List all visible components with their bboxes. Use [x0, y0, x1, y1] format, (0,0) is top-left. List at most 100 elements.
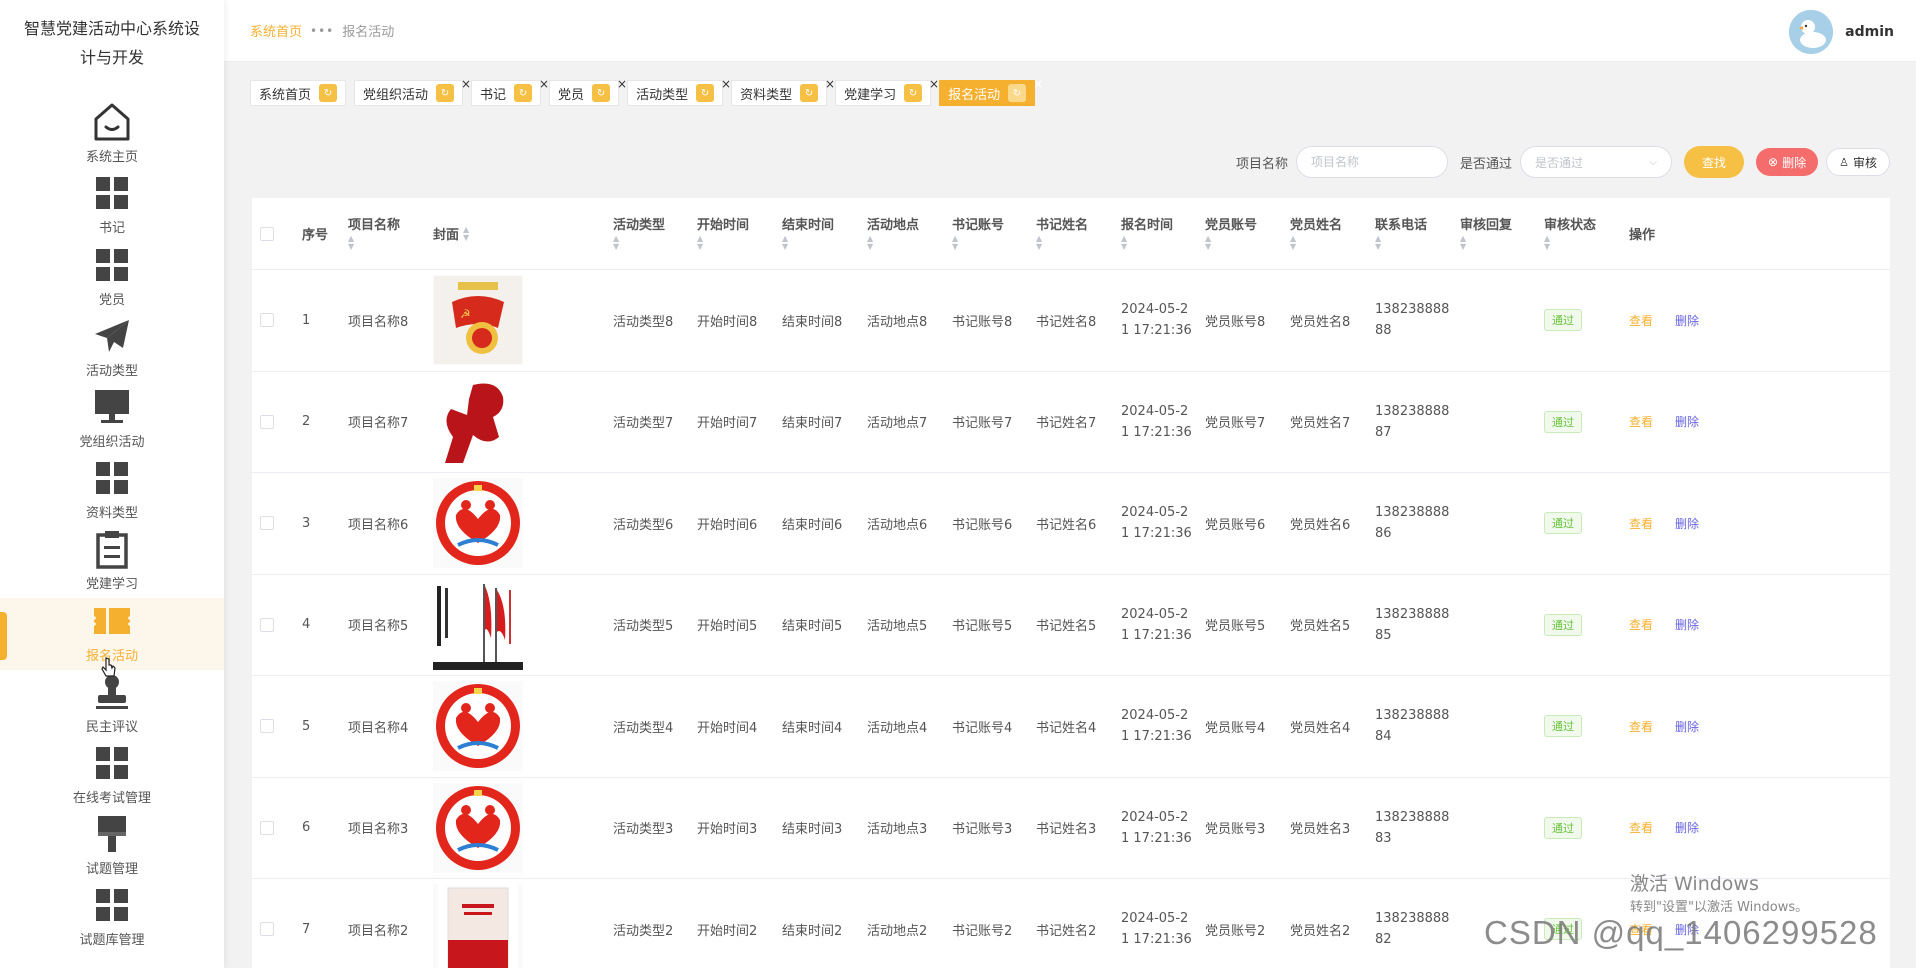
close-icon[interactable]: ×: [539, 77, 549, 91]
clipboard-icon: [90, 527, 134, 571]
header-end[interactable]: 结束时间 ▲ ▼: [772, 217, 857, 251]
sidebar-item-1[interactable]: 系统主页: [0, 100, 224, 171]
breadcrumb-home[interactable]: 系统首页: [250, 21, 302, 40]
user-menu[interactable]: admin: [1789, 10, 1894, 54]
header-sacc[interactable]: 书记账号 ▲ ▼: [942, 217, 1026, 251]
refresh-icon[interactable]: ↻: [319, 84, 338, 102]
header-time[interactable]: 报名时间 ▲ ▼: [1111, 217, 1195, 251]
refresh-icon[interactable]: ↻: [1008, 84, 1027, 102]
view-button[interactable]: 查看: [1629, 819, 1653, 836]
row-checkbox[interactable]: [260, 820, 274, 835]
sidebar-item-11[interactable]: 试题管理: [0, 812, 224, 883]
sidebar-item-7[interactable]: 党建学习: [0, 527, 224, 598]
delete-button[interactable]: 删除: [1675, 616, 1699, 633]
sort-icon[interactable]: ▲ ▼: [1290, 234, 1365, 251]
header-start[interactable]: 开始时间 ▲ ▼: [687, 217, 772, 251]
sidebar-item-6[interactable]: 资料类型: [0, 456, 224, 527]
view-button[interactable]: 查看: [1629, 413, 1653, 430]
tab-6[interactable]: 资料类型 ↻ ×: [731, 77, 835, 106]
close-icon[interactable]: ×: [825, 77, 835, 91]
sort-icon[interactable]: ▲ ▼: [697, 234, 772, 251]
header-cover[interactable]: 封面 ▲ ▼: [423, 224, 603, 243]
sidebar-item-12[interactable]: 试题库管理: [0, 883, 224, 954]
sidebar-item-4[interactable]: 活动类型: [0, 314, 224, 385]
view-button[interactable]: 查看: [1629, 718, 1653, 735]
close-icon[interactable]: ×: [929, 77, 939, 91]
pass-select[interactable]: 是否通过 ⌵: [1520, 146, 1673, 178]
name-search-input[interactable]: [1296, 146, 1449, 178]
header-mname[interactable]: 党员姓名 ▲ ▼: [1280, 217, 1365, 251]
tab-4[interactable]: 党员 ↻ ×: [549, 77, 627, 106]
delete-button[interactable]: 删除: [1675, 312, 1699, 329]
row-checkbox[interactable]: [260, 516, 274, 531]
sidebar-item-3[interactable]: 党员: [0, 242, 224, 313]
sort-icon[interactable]: ▲ ▼: [952, 234, 1026, 251]
header-type[interactable]: 活动类型 ▲ ▼: [603, 217, 687, 251]
delete-button[interactable]: 删除: [1675, 819, 1699, 836]
avatar[interactable]: [1789, 10, 1834, 54]
header-phone[interactable]: 联系电话 ▲ ▼: [1365, 217, 1450, 251]
refresh-icon[interactable]: ↻: [514, 84, 533, 102]
row-checkbox[interactable]: [260, 313, 274, 328]
tab-8[interactable]: 报名活动 ↻ ×: [939, 77, 1043, 106]
cover-image[interactable]: [433, 478, 523, 569]
sidebar-item-10[interactable]: 在线考试管理: [0, 741, 224, 812]
username[interactable]: admin: [1845, 24, 1894, 40]
cell-phone: 138238888 85: [1365, 604, 1450, 646]
view-button[interactable]: 查看: [1629, 515, 1653, 532]
header-macc[interactable]: 党员账号 ▲ ▼: [1195, 217, 1280, 251]
sort-icon[interactable]: ▲ ▼: [348, 234, 423, 251]
sort-icon[interactable]: ▲ ▼: [1121, 234, 1195, 251]
delete-button[interactable]: 删除: [1675, 515, 1699, 532]
sort-icon[interactable]: ▲ ▼: [782, 234, 857, 251]
sort-icon[interactable]: ▲ ▼: [1375, 234, 1450, 251]
refresh-icon[interactable]: ↻: [592, 84, 611, 102]
cover-image[interactable]: [433, 782, 523, 873]
cover-image[interactable]: [433, 579, 523, 670]
find-button[interactable]: 查找: [1684, 146, 1745, 178]
header-reply[interactable]: 审核回复 ▲ ▼: [1450, 217, 1534, 251]
header-name[interactable]: 项目名称 ▲ ▼: [338, 217, 423, 251]
sort-icon[interactable]: ▲ ▼: [1544, 234, 1619, 251]
cover-image[interactable]: [433, 884, 523, 968]
delete-button[interactable]: 删除: [1675, 413, 1699, 430]
tab-7[interactable]: 党建学习 ↻ ×: [835, 77, 939, 106]
close-icon[interactable]: ×: [721, 77, 731, 91]
tab-3[interactable]: 书记 ↻ ×: [471, 77, 549, 106]
cover-image[interactable]: [433, 376, 523, 467]
refresh-icon[interactable]: ↻: [436, 84, 455, 102]
tab-2[interactable]: 党组织活动 ↻ ×: [354, 77, 471, 106]
header-sname[interactable]: 书记姓名 ▲ ▼: [1026, 217, 1111, 251]
row-checkbox[interactable]: [260, 719, 274, 734]
header-status[interactable]: 审核状态 ▲ ▼: [1534, 217, 1619, 251]
sidebar-item-5[interactable]: 党组织活动: [0, 385, 224, 456]
tab-label: 党员: [558, 87, 585, 103]
tab-1[interactable]: 系统首页 ↻: [250, 80, 347, 106]
sort-icon[interactable]: ▲ ▼: [1460, 234, 1534, 251]
row-checkbox[interactable]: [260, 617, 274, 632]
refresh-icon[interactable]: ↻: [696, 84, 715, 102]
close-icon[interactable]: ×: [1033, 77, 1043, 91]
cover-image[interactable]: [433, 681, 523, 772]
sort-icon[interactable]: ▲ ▼: [1036, 234, 1111, 251]
row-checkbox[interactable]: [260, 414, 274, 429]
view-button[interactable]: 查看: [1629, 616, 1653, 633]
delete-button[interactable]: 删除: [1675, 718, 1699, 735]
tab-5[interactable]: 活动类型 ↻ ×: [627, 77, 731, 106]
sort-icon[interactable]: ▲ ▼: [613, 234, 687, 251]
close-icon[interactable]: ×: [461, 77, 471, 91]
refresh-icon[interactable]: ↻: [800, 84, 819, 102]
sort-icon[interactable]: ▲ ▼: [1205, 234, 1280, 251]
view-button[interactable]: 查看: [1629, 312, 1653, 329]
sidebar-item-2[interactable]: 书记: [0, 171, 224, 242]
audit-button[interactable]: ♙ 审核: [1826, 148, 1890, 176]
header-loc[interactable]: 活动地点 ▲ ▼: [857, 217, 942, 251]
batch-delete-button[interactable]: ⊗ 删除: [1756, 148, 1819, 176]
close-icon[interactable]: ×: [617, 77, 627, 91]
cover-image[interactable]: ☭: [433, 275, 523, 366]
sort-icon[interactable]: ▲ ▼: [463, 225, 469, 242]
select-all-checkbox[interactable]: [260, 226, 274, 241]
refresh-icon[interactable]: ↻: [904, 84, 923, 102]
sort-icon[interactable]: ▲ ▼: [867, 234, 942, 251]
row-checkbox[interactable]: [260, 922, 274, 937]
